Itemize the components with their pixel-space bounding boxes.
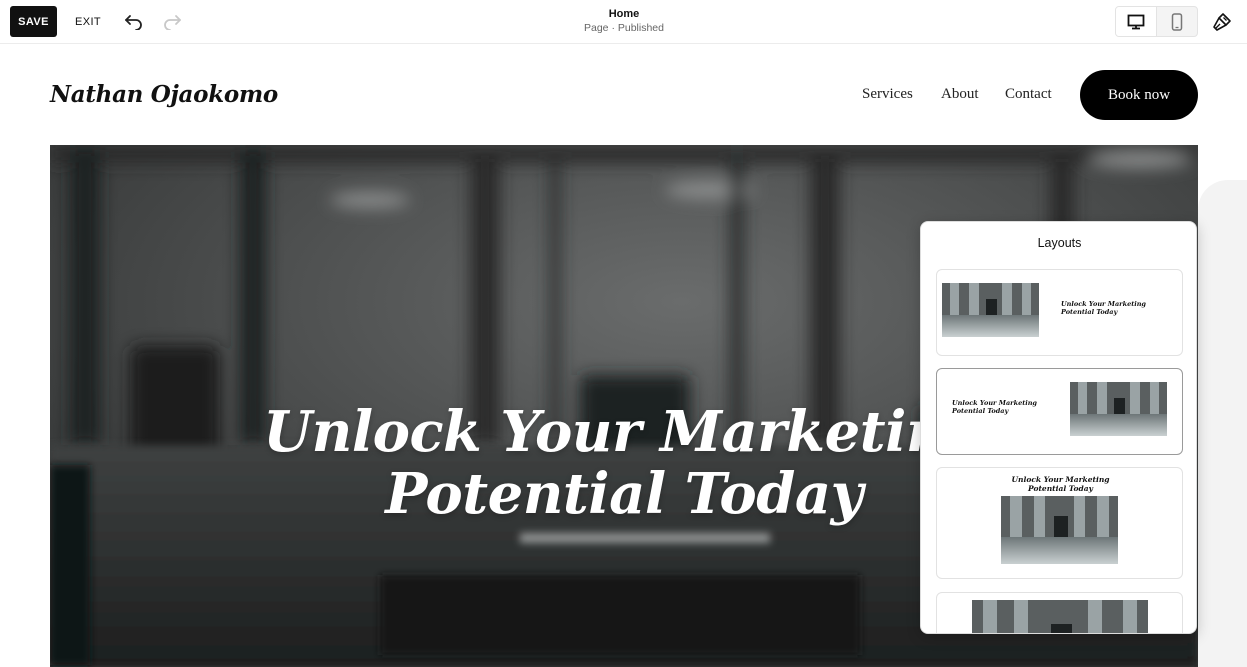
desktop-icon (1127, 14, 1145, 29)
page-status: Page · Published (584, 22, 664, 34)
page-title: Home (608, 8, 640, 20)
undo-button[interactable] (121, 9, 147, 35)
layout-option-text-above-image[interactable]: Unlock Your Marketing Potential Today (936, 467, 1183, 579)
layouts-panel-title: Layouts (1037, 236, 1082, 250)
layout-thumbnail-image (1070, 382, 1167, 436)
nav-link-services[interactable]: Services (862, 86, 913, 103)
site-logo[interactable]: Nathan Ojaokomo (50, 81, 278, 108)
undo-icon (125, 15, 142, 30)
layout-option-image-right[interactable]: Unlock Your Marketing Potential Today (936, 368, 1183, 455)
layout-option-full-image[interactable] (936, 592, 1183, 633)
mobile-view-button[interactable] (1157, 7, 1198, 36)
layout-thumbnail-image (972, 600, 1148, 633)
site-styles-button[interactable] (1208, 8, 1236, 36)
layout-thumbnail-text: Unlock Your Marketing Potential Today (1011, 475, 1110, 493)
page-info[interactable]: Home Page · Published (524, 8, 724, 35)
layout-thumbnail-text: Unlock Your Marketing Potential Today (1061, 300, 1146, 316)
redo-button[interactable] (159, 9, 185, 35)
layout-thumbnail-text: Unlock Your Marketing Potential Today (952, 399, 1037, 415)
nav-link-contact[interactable]: Contact (1005, 86, 1052, 103)
panel-backdrop (1198, 180, 1247, 667)
mobile-icon (1171, 12, 1182, 31)
paintbrush-icon (1213, 13, 1231, 31)
layout-thumbnail-image (1001, 496, 1118, 564)
layout-thumbnail-image (942, 283, 1039, 337)
site-header: Nathan Ojaokomo Services About Contact B… (0, 45, 1247, 145)
layout-option-image-left[interactable]: Unlock Your Marketing Potential Today (936, 269, 1183, 356)
editor-toolbar: SAVE EXIT Home Page · Published (0, 0, 1247, 44)
save-button[interactable]: SAVE (10, 6, 57, 37)
book-now-button[interactable]: Book now (1080, 70, 1198, 120)
exit-button[interactable]: EXIT (68, 6, 108, 37)
layouts-panel: Layouts Unlock Your Marketing Potential … (920, 221, 1197, 634)
redo-icon (164, 15, 181, 30)
desktop-view-button[interactable] (1116, 7, 1157, 36)
device-toggle (1115, 6, 1198, 37)
nav-link-about[interactable]: About (941, 86, 979, 103)
